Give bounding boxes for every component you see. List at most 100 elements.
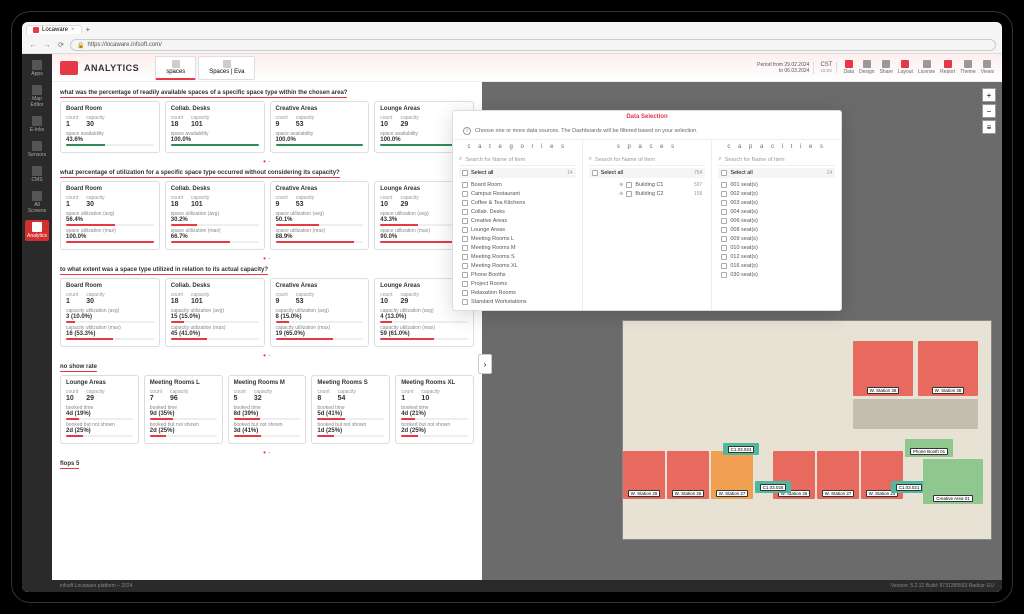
timezone-display[interactable]: CST 15:03	[820, 62, 837, 73]
header-action-layout[interactable]: Layout	[898, 60, 913, 75]
floor-room[interactable]: C1.03.025	[755, 481, 791, 493]
checkbox[interactable]	[721, 227, 727, 233]
list-item[interactable]: 004 seat(s)	[718, 207, 835, 216]
checkbox[interactable]	[721, 254, 727, 260]
browser-tab[interactable]: Locaware ×	[26, 25, 82, 34]
floor-room[interactable]: C1.03.021	[891, 481, 927, 493]
checkbox[interactable]	[462, 227, 468, 233]
checkbox[interactable]	[592, 170, 598, 176]
floor-plan[interactable]: W. Station 38W. Station 38W. Station 29W…	[622, 320, 992, 540]
checkbox[interactable]	[721, 272, 727, 278]
floor-room[interactable]: W. Station 26	[667, 451, 709, 499]
checkbox[interactable]	[462, 200, 468, 206]
metric-card[interactable]: Collab. Deskscount18capacity101space ava…	[165, 101, 265, 153]
tab-close-icon[interactable]: ×	[71, 27, 75, 33]
list-item[interactable]: 012 seat(s)	[718, 252, 835, 261]
carousel-next-button[interactable]: ›	[478, 354, 492, 374]
header-action-share[interactable]: Share	[880, 60, 893, 75]
search-row[interactable]: ⌕Search for Name of Item	[589, 154, 706, 166]
checkbox[interactable]	[462, 272, 468, 278]
list-item[interactable]: Meeting Rooms XL	[459, 261, 576, 270]
checkbox[interactable]	[462, 299, 468, 305]
pager-dots[interactable]: • ·	[60, 351, 474, 360]
rail-item-all-screens[interactable]: All Screens	[25, 189, 49, 216]
pager-dots[interactable]: • ·	[60, 157, 474, 166]
search-row[interactable]: ⌕Search for Name of Item	[459, 154, 576, 166]
metric-card[interactable]: Meeting Rooms Lcount7capacity96booked ti…	[144, 375, 223, 444]
floor-room[interactable]: W. Station 38	[918, 341, 978, 396]
list-item[interactable]: Standard Workstations	[459, 297, 576, 306]
rail-item-e-inks[interactable]: E-Inks	[25, 114, 49, 135]
checkbox[interactable]	[721, 182, 727, 188]
zoom-in-button[interactable]: +	[982, 88, 996, 102]
metric-card[interactable]: Creative Areascount9capacity53space util…	[270, 181, 370, 250]
checkbox[interactable]	[721, 245, 727, 251]
list-item[interactable]: Phone Booths	[459, 270, 576, 279]
header-tab[interactable]: spaces	[155, 56, 196, 80]
header-action-views[interactable]: Views	[981, 60, 994, 75]
search-input[interactable]: Search for Name of Item	[725, 157, 835, 163]
layers-button[interactable]: ≡	[982, 120, 996, 134]
list-item[interactable]: 006 seat(s)	[718, 216, 835, 225]
list-item[interactable]: Board Room	[459, 180, 576, 189]
checkbox[interactable]	[462, 209, 468, 215]
list-item[interactable]: ⊕Building C1597	[589, 180, 706, 189]
checkbox[interactable]	[462, 182, 468, 188]
floor-room[interactable]: W. Station 27	[711, 451, 753, 499]
list-item[interactable]: Creative Areas	[459, 216, 576, 225]
checkbox[interactable]	[462, 245, 468, 251]
floor-room[interactable]: W. Station 29	[623, 451, 665, 499]
checkbox[interactable]	[462, 236, 468, 242]
select-all-row[interactable]: Select all14	[459, 168, 576, 178]
checkbox[interactable]	[721, 191, 727, 197]
floor-room[interactable]	[853, 399, 978, 429]
search-row[interactable]: ⌕Search for Name of Item	[718, 154, 835, 166]
checkbox[interactable]	[721, 170, 727, 176]
list-item[interactable]: Collab. Desks	[459, 207, 576, 216]
list-item[interactable]: 008 seat(s)	[718, 225, 835, 234]
checkbox[interactable]	[462, 170, 468, 176]
list-item[interactable]: Coffee & Tea Kitchens	[459, 198, 576, 207]
header-action-data[interactable]: Data	[843, 60, 854, 75]
select-all-row[interactable]: Select all14	[718, 168, 835, 178]
floor-room[interactable]: Creative Area 01	[923, 459, 983, 504]
metric-card[interactable]: Collab. Deskscount18capacity101space uti…	[165, 181, 265, 250]
checkbox[interactable]	[462, 290, 468, 296]
header-action-design[interactable]: Design	[859, 60, 875, 75]
address-bar[interactable]: 🔒 https://locaware.infsoft.com/	[70, 39, 996, 51]
metric-card[interactable]: Board Roomcount1capacity30space utilizat…	[60, 181, 160, 250]
pager-dots[interactable]: • ·	[60, 448, 474, 457]
checkbox[interactable]	[721, 218, 727, 224]
list-item[interactable]: Meeting Rooms S	[459, 252, 576, 261]
list-item[interactable]: 016 seat(s)	[718, 261, 835, 270]
select-all-row[interactable]: Select all754	[589, 168, 706, 178]
list-item[interactable]: Campus Restaurant	[459, 189, 576, 198]
floor-room[interactable]: W. Station 27	[817, 451, 859, 499]
checkbox[interactable]	[462, 263, 468, 269]
checkbox[interactable]	[721, 236, 727, 242]
floor-room[interactable]: W. Station 38	[853, 341, 913, 396]
new-tab-button[interactable]: +	[86, 25, 91, 34]
expand-icon[interactable]: ⊕	[619, 182, 623, 188]
list-item[interactable]: ⊕Building C2159	[589, 189, 706, 198]
rail-item-cms[interactable]: CMS	[25, 164, 49, 185]
list-item[interactable]: Meeting Rooms M	[459, 243, 576, 252]
metric-card[interactable]: Collab. Deskscount18capacity101capacity …	[165, 278, 265, 347]
metric-card[interactable]: Creative Areascount9capacity53space avai…	[270, 101, 370, 153]
checkbox[interactable]	[462, 254, 468, 260]
header-action-license[interactable]: License	[918, 60, 935, 75]
checkbox[interactable]	[462, 191, 468, 197]
list-item[interactable]: Project Rooms	[459, 279, 576, 288]
metric-card[interactable]: Board Roomcount1capacity30capacity utili…	[60, 278, 160, 347]
metric-card[interactable]: Board Roomcount1capacity30space availabi…	[60, 101, 160, 153]
list-item[interactable]: 001 seat(s)	[718, 180, 835, 189]
list-item[interactable]: Meeting Rooms L	[459, 234, 576, 243]
search-input[interactable]: Search for Name of Item	[595, 157, 705, 163]
reload-button[interactable]: ⟳	[56, 40, 66, 50]
list-item[interactable]: 010 seat(s)	[718, 243, 835, 252]
checkbox[interactable]	[462, 281, 468, 287]
metric-card[interactable]: Lounge Areascount10capacity29booked time…	[60, 375, 139, 444]
header-action-report[interactable]: Report	[940, 60, 955, 75]
list-item[interactable]: Lounge Areas	[459, 225, 576, 234]
pager-dots[interactable]: • ·	[60, 254, 474, 263]
